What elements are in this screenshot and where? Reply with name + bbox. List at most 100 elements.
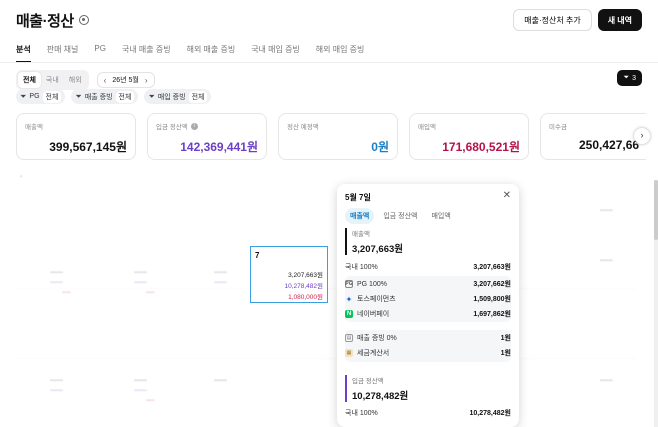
funnel-icon: ⏷: [75, 91, 82, 101]
naver-row: N 네이버페이 1,697,862원: [345, 307, 511, 321]
card-label: 미수금: [549, 124, 567, 131]
card-label: 매입액: [418, 124, 436, 131]
close-icon[interactable]: ✕: [503, 190, 511, 201]
row-value: 3,207,662원: [473, 281, 511, 288]
card-amount: 171,680,521원: [442, 140, 520, 154]
page-scrollbar[interactable]: [654, 180, 658, 427]
card-deposit[interactable]: 입금 정산액 i 142,369,441원: [147, 113, 267, 160]
pg-icon: PG: [345, 280, 353, 288]
row-label: 국내 100%: [345, 410, 378, 417]
card-label: 매출액: [25, 124, 43, 131]
card-scheduled[interactable]: 정산 예정액 0원: [278, 113, 398, 160]
funnel-icon: ⏷: [20, 91, 27, 101]
calendar-day-selected[interactable]: 7 3,207,663원 10,278,482원 1,080,000원: [250, 246, 328, 303]
filter-count-badge: 3: [632, 74, 636, 82]
new-entry-button[interactable]: 새 내역: [597, 9, 642, 31]
popover-tabs: 매출액 입금 정산액 매입액: [345, 208, 456, 224]
tab-divider: [0, 62, 658, 63]
region-all[interactable]: 전체: [18, 72, 41, 88]
funnel-icon: ⏷: [623, 74, 630, 81]
page-title: 매출·정산: [16, 12, 74, 30]
row-value: 10,278,482원: [469, 410, 511, 417]
filter-chips: ⏷ PG 전체 ⏷ 매출 증빙 전체 ⏷ 매입 증빙 전체: [16, 89, 212, 104]
summary-cards: 매출액 399,567,145원 입금 정산액 i 142,369,441원 정산…: [16, 113, 646, 161]
date-label[interactable]: 26년 5월: [112, 75, 139, 85]
section-amount: 10,278,482원: [352, 391, 409, 402]
gear-icon[interactable]: [78, 15, 89, 25]
main-tabs: 분석 판매 채널 PG 국내 매출 증빙 해외 매출 증빙 국내 매입 증빙 해…: [16, 44, 364, 63]
day-number: 7: [255, 251, 260, 260]
day-detail-popover: 5월 7일 ✕ 매출액 입금 정산액 매입액 매출액 3,207,663원 국내…: [337, 184, 519, 427]
chip-value: 전체: [42, 90, 62, 103]
card-label: 정산 예정액: [287, 124, 319, 131]
tab-domestic-sales-evidence[interactable]: 국내 매출 증빙: [122, 44, 171, 63]
chevron-right-icon[interactable]: ›: [145, 76, 148, 85]
tab-domestic-purchase-evidence[interactable]: 국내 매입 증빙: [251, 44, 300, 63]
popover-tab-purchase[interactable]: 매입액: [426, 208, 455, 224]
domestic-row: 국내 100% 3,207,663원: [345, 260, 511, 274]
row-value: 3,207,663원: [473, 264, 511, 271]
chevron-left-icon[interactable]: ‹: [104, 76, 107, 85]
sales-evidence-row: ▤ 매출 증빙 0% 1원: [345, 331, 511, 345]
region-overseas[interactable]: 해외: [64, 72, 87, 88]
chevron-right-icon[interactable]: ›: [634, 128, 650, 144]
day-purchase-value: 1,080,000원: [288, 294, 323, 301]
filter-row: 전체 국내 해외 ‹ 26년 5월 ›: [16, 70, 155, 90]
row-label: 토스페이먼츠: [357, 296, 396, 303]
chip-purchase-evidence[interactable]: ⏷ 매입 증빙 전체: [144, 89, 212, 104]
card-sales[interactable]: 매출액 399,567,145원: [16, 113, 136, 160]
pg-row: PG PG 100% 3,207,662원: [345, 277, 511, 291]
chip-label: 매출 증빙: [84, 93, 113, 101]
deposit-domestic-row: 국내 100% 10,278,482원: [345, 406, 511, 420]
row-label: 네이버페이: [357, 311, 390, 318]
document-icon: ▤: [345, 334, 353, 342]
row-value: 1원: [500, 350, 511, 357]
row-value: 1,697,862원: [473, 311, 511, 318]
region-segment: 전체 국내 해외: [16, 70, 89, 90]
chip-value: 전체: [188, 90, 208, 103]
chip-sales-evidence[interactable]: ⏷ 매출 증빙 전체: [71, 89, 139, 104]
day-sales-value: 3,207,663원: [288, 272, 323, 279]
info-icon[interactable]: i: [190, 122, 198, 130]
card-label: 입금 정산액: [156, 124, 188, 131]
scrollbar-thumb[interactable]: [654, 180, 658, 240]
section-label: 입금 정산액: [352, 378, 384, 385]
popover-tab-sales[interactable]: 매출액: [345, 208, 375, 224]
filter-button[interactable]: ⏷ 3: [617, 70, 642, 86]
deposit-section: 입금 정산액 10,278,482원: [345, 375, 511, 402]
popover-tab-deposit[interactable]: 입금 정산액: [378, 208, 422, 224]
chip-pg[interactable]: ⏷ PG 전체: [16, 89, 66, 104]
card-amount: 399,567,145원: [49, 140, 127, 154]
toss-payments-icon: ✦: [345, 294, 353, 304]
date-navigator: ‹ 26년 5월 ›: [96, 72, 155, 88]
popover-title: 5월 7일: [345, 193, 371, 202]
page-header: 매출·정산 매출·정산처 추가 새 내역: [16, 8, 642, 32]
card-purchase[interactable]: 매입액 171,680,521원: [409, 113, 529, 160]
card-amount: 0원: [371, 140, 389, 154]
tab-overseas-purchase-evidence[interactable]: 해외 매입 증빙: [316, 44, 365, 63]
sales-section: 매출액 3,207,663원: [345, 228, 511, 255]
funnel-icon: ⏷: [148, 91, 155, 101]
naver-pay-icon: N: [345, 310, 353, 318]
tab-sales-channel[interactable]: 판매 채널: [47, 44, 79, 63]
add-settlement-button[interactable]: 매출·정산처 추가: [513, 9, 592, 31]
toss-row: ✦ 토스페이먼츠 1,509,800원: [345, 292, 511, 306]
card-amount: 250,427,66: [579, 138, 640, 152]
tab-analysis[interactable]: 분석: [16, 44, 31, 63]
card-receivables[interactable]: 미수금 250,427,66: [540, 113, 646, 160]
row-label: 국내 100%: [345, 264, 378, 271]
section-label: 매출액: [352, 231, 370, 238]
section-amount: 3,207,663원: [352, 244, 404, 255]
tab-overseas-sales-evidence[interactable]: 해외 매출 증빙: [187, 44, 236, 63]
row-value: 1원: [500, 335, 511, 342]
chip-label: 매입 증빙: [157, 93, 186, 101]
day-deposit-value: 10,278,482원: [284, 283, 323, 290]
card-amount: 142,369,441원: [180, 140, 258, 154]
row-label: 매출 증빙 0%: [357, 335, 397, 342]
region-domestic[interactable]: 국내: [41, 72, 64, 88]
tab-pg[interactable]: PG: [94, 44, 106, 63]
chip-label: PG: [29, 93, 40, 100]
row-value: 1,509,800원: [473, 296, 511, 303]
chip-value: 전체: [115, 90, 135, 103]
row-label: 세금계산서: [357, 350, 390, 357]
